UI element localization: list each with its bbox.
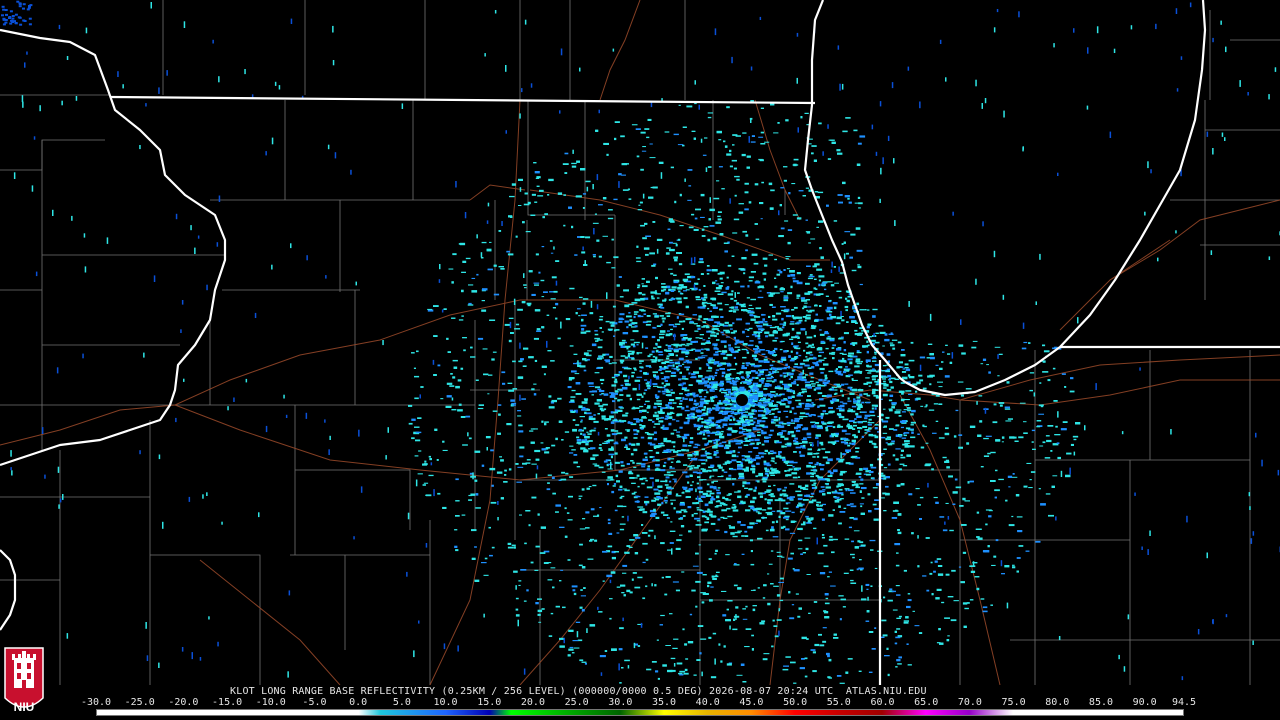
colorbar-tick-label: 50.0: [783, 697, 808, 708]
colorbar-tick-label: 60.0: [870, 697, 895, 708]
logo-text: NIU: [13, 700, 35, 714]
colorbar-tick-label: -5.0: [302, 697, 327, 708]
radar-viewer: KLOT LONG RANGE BASE REFLECTIVITY (0.25K…: [0, 0, 1280, 720]
colorbar-tick-label: -15.0: [212, 697, 243, 708]
colorbar-ticks: -30.0 -25.0 -20.0 -15.0 -10.0 -5.0 0.0 5.0 10.0 1…: [81, 697, 1197, 709]
colorbar-tick-label: 90.0: [1132, 697, 1157, 708]
colorbar-tick-label: -25.0: [124, 697, 155, 708]
reflectivity-colorbar: [96, 709, 1184, 716]
colorbar-tick-label: 30.0: [608, 697, 633, 708]
radar-site-marker: [736, 394, 748, 406]
colorbar-tick-label: 35.0: [651, 697, 677, 708]
colorbar-tick-label: -30.0: [80, 697, 112, 708]
colorbar-tick-label: 45.0: [739, 697, 764, 708]
colorbar-tick-label: 10.0: [433, 697, 458, 708]
colorbar-tick-label: 0.0: [349, 697, 368, 708]
colorbar-tick-label: 20.0: [520, 697, 545, 708]
colorbar-tick-label: 65.0: [914, 697, 939, 708]
colorbar-tick-label: 5.0: [392, 697, 411, 708]
radar-map: [0, 0, 1280, 685]
colorbar-tick-label: 40.0: [695, 697, 720, 708]
colorbar-tick-label: 80.0: [1045, 697, 1070, 708]
niu-logo: NIU: [3, 646, 45, 716]
product-caption: KLOT LONG RANGE BASE REFLECTIVITY (0.25K…: [230, 686, 927, 697]
colorbar-tick-label: 94.5: [1171, 697, 1197, 708]
colorbar-tick-label: 15.0: [477, 697, 502, 708]
colorbar-tick-label: 70.0: [957, 697, 982, 708]
colorbar-tick-label: 85.0: [1088, 697, 1114, 708]
colorbar-tick-label: -10.0: [255, 697, 286, 708]
colorbar-tick-label: -20.0: [168, 697, 199, 708]
colorbar-tick-label: 55.0: [826, 697, 851, 708]
colorbar-tick-label: 75.0: [1001, 697, 1026, 708]
colorbar-tick-label: 25.0: [564, 697, 589, 708]
